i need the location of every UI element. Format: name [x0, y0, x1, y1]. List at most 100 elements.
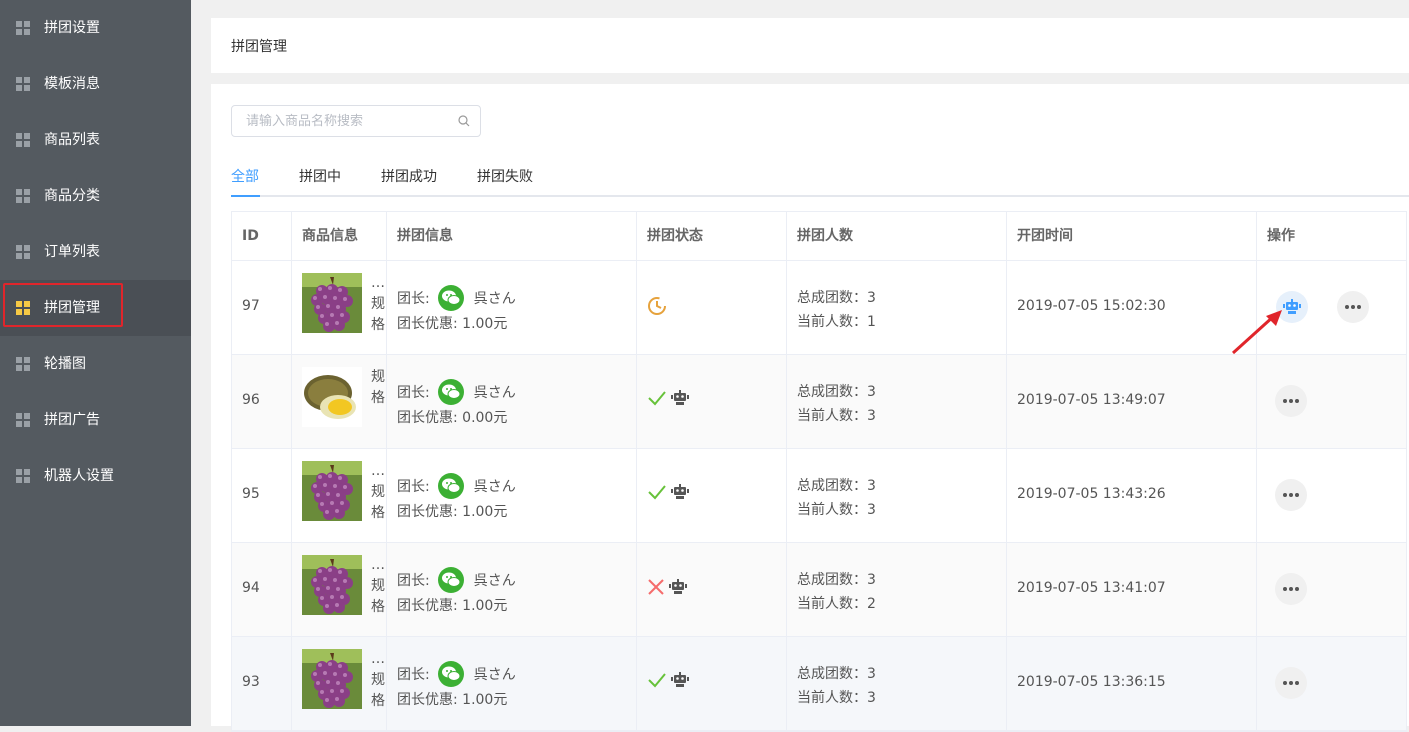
total-groups: 总成团数：3 [797, 290, 876, 306]
column-header-count: 拼团人数 [787, 212, 1007, 260]
product-name: …规格 [371, 463, 385, 521]
cell-product: …规格 [292, 637, 387, 730]
robot-icon [671, 672, 689, 692]
product-image [302, 273, 362, 333]
more-button[interactable] [1275, 479, 1307, 511]
sidebar-item-1[interactable]: 模板消息 [0, 56, 191, 112]
cell-ops [1257, 543, 1408, 636]
cell-time: 2019-07-05 15:02:30 [1007, 261, 1257, 354]
row-id: 93 [242, 674, 260, 690]
cell-id: 93 [232, 637, 292, 730]
sidebar-item-label: 拼团管理 [44, 300, 100, 316]
more-button[interactable] [1275, 573, 1307, 605]
cell-id: 94 [232, 543, 292, 636]
leader-name: 呉さん [473, 385, 516, 401]
cell-count: 总成团数：3 当前人数：3 [787, 637, 1007, 730]
sidebar-item-0[interactable]: 拼团设置 [0, 0, 191, 56]
cell-count: 总成团数：3 当前人数：2 [787, 543, 1007, 636]
tab-underline [231, 195, 260, 197]
cell-id: 95 [232, 449, 292, 542]
more-button[interactable] [1275, 667, 1307, 699]
wechat-icon [437, 285, 464, 311]
sidebar-item-6[interactable]: 轮播图 [0, 336, 191, 392]
total-groups: 总成团数：3 [797, 572, 876, 588]
cell-count: 总成团数：3 当前人数：1 [787, 261, 1007, 354]
product-name: …规格 [371, 651, 385, 709]
page-title: 拼团管理 [231, 39, 287, 55]
cell-product: …规格 [292, 261, 387, 354]
open-time: 2019-07-05 15:02:30 [1017, 298, 1166, 314]
cell-time: 2019-07-05 13:36:15 [1007, 637, 1257, 730]
sidebar-item-3[interactable]: 商品分类 [0, 168, 191, 224]
wechat-icon [437, 661, 464, 687]
robot-button[interactable] [1276, 291, 1308, 323]
cell-status [637, 543, 787, 636]
leader-discount: 团长优惠: 1.00元 [397, 598, 508, 614]
cell-ops [1257, 637, 1408, 730]
product-image [302, 461, 362, 521]
robot-icon [1283, 299, 1301, 319]
search-box[interactable] [231, 105, 481, 137]
total-groups: 总成团数：3 [797, 384, 876, 400]
product-name: …规格 [371, 557, 385, 615]
clock-icon [647, 296, 667, 320]
table-header: ID 商品信息 拼团信息 拼团状态 拼团人数 开团时间 操作 [232, 212, 1406, 261]
wechat-icon [437, 379, 464, 405]
product-image [302, 367, 362, 427]
tab-failed[interactable]: 拼团失败 [477, 168, 533, 186]
sidebar-item-label: 拼团设置 [44, 20, 100, 36]
grid-icon [16, 21, 30, 35]
grid-icon [16, 357, 30, 371]
cell-status [637, 355, 787, 448]
leader-discount: 团长优惠: 1.00元 [397, 504, 508, 520]
cell-status [637, 637, 787, 730]
tab-success[interactable]: 拼团成功 [381, 168, 437, 186]
current-members: 当前人数：3 [797, 502, 876, 518]
sidebar-item-label: 商品列表 [44, 132, 100, 148]
more-button[interactable] [1275, 385, 1307, 417]
leader-discount: 团长优惠: 1.00元 [397, 316, 508, 332]
sidebar-item-4[interactable]: 订单列表 [0, 224, 191, 280]
leader-discount: 团长优惠: 0.00元 [397, 410, 508, 426]
table-row: 96 规格 团长: 呉さん 团长优惠: 0.00元 总成团数：3 当前人数：3 2… [232, 355, 1406, 449]
leader-label: 团长: [397, 573, 430, 589]
grid-icon [16, 413, 30, 427]
row-id: 95 [242, 486, 260, 502]
leader-label: 团长: [397, 385, 430, 401]
product-image [302, 649, 362, 709]
search-icon[interactable] [458, 115, 470, 127]
sidebar-item-7[interactable]: 拼团广告 [0, 392, 191, 448]
tab-all[interactable]: 全部 [231, 168, 259, 186]
sidebar-item-label: 机器人设置 [44, 468, 114, 484]
page-header: 拼团管理 [211, 18, 1409, 73]
leader-name: 呉さん [473, 573, 516, 589]
table-row: 93 …规格 团长: 呉さん 团长优惠: 1.00元 总成团数：3 当前人数：3 … [232, 637, 1406, 731]
cell-group-info: 团长: 呉さん 团长优惠: 0.00元 [387, 355, 637, 448]
open-time: 2019-07-05 13:43:26 [1017, 486, 1166, 502]
total-groups: 总成团数：3 [797, 478, 876, 494]
cell-ops [1257, 449, 1408, 542]
more-button[interactable] [1337, 291, 1369, 323]
robot-icon [671, 390, 689, 410]
tab-in-progress[interactable]: 拼团中 [299, 168, 341, 186]
grid-icon [16, 301, 30, 315]
cell-time: 2019-07-05 13:49:07 [1007, 355, 1257, 448]
leader-label: 团长: [397, 479, 430, 495]
search-input[interactable] [246, 112, 446, 130]
leader-discount: 团长优惠: 1.00元 [397, 692, 508, 708]
cell-product: …规格 [292, 543, 387, 636]
leader-name: 呉さん [473, 667, 516, 683]
cross-icon [647, 578, 665, 600]
sidebar-item-label: 模板消息 [44, 76, 100, 92]
sidebar-item-5[interactable]: 拼团管理 [0, 280, 191, 336]
cell-group-info: 团长: 呉さん 团长优惠: 1.00元 [387, 637, 637, 730]
row-id: 96 [242, 392, 260, 408]
current-members: 当前人数：2 [797, 596, 876, 612]
cell-product: 规格 [292, 355, 387, 448]
table-row: 95 …规格 团长: 呉さん 团长优惠: 1.00元 总成团数：3 当前人数：3 … [232, 449, 1406, 543]
sidebar-item-2[interactable]: 商品列表 [0, 112, 191, 168]
cell-time: 2019-07-05 13:41:07 [1007, 543, 1257, 636]
leader-label: 团长: [397, 667, 430, 683]
sidebar-item-label: 拼团广告 [44, 412, 100, 428]
sidebar-item-8[interactable]: 机器人设置 [0, 448, 191, 504]
